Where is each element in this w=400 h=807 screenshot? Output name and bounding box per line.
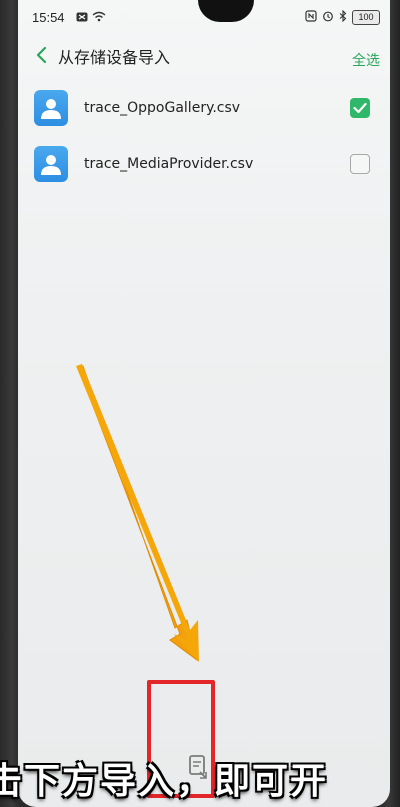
contact-file-icon bbox=[34, 146, 68, 182]
select-all-button[interactable]: 全选 bbox=[352, 50, 380, 70]
caption-overlay: 击下方导入，即可开 bbox=[0, 761, 329, 802]
chevron-left-icon bbox=[36, 46, 47, 64]
status-right-icons: 100 bbox=[305, 9, 380, 25]
nfc-icon bbox=[305, 10, 317, 25]
bluetooth-icon bbox=[339, 9, 347, 25]
notification-icon bbox=[76, 12, 88, 25]
checkmark-icon bbox=[353, 102, 367, 114]
file-list: trace_OppoGallery.csv trace_MediaProvide… bbox=[18, 80, 390, 192]
title-bar: 从存储设备导入 全选 bbox=[18, 38, 390, 74]
file-name: trace_OppoGallery.csv bbox=[84, 100, 241, 116]
file-checkbox-checked[interactable] bbox=[350, 98, 370, 118]
status-time: 15:54 bbox=[32, 10, 65, 25]
alarm-icon bbox=[322, 10, 334, 25]
file-row-mediaprovider[interactable]: trace_MediaProvider.csv bbox=[18, 136, 390, 192]
battery-indicator: 100 bbox=[352, 10, 380, 25]
file-checkbox-unchecked[interactable] bbox=[350, 154, 370, 174]
back-button[interactable] bbox=[30, 42, 52, 68]
wifi-icon bbox=[92, 11, 106, 25]
status-bar: 15:54 100 bbox=[18, 8, 390, 30]
contact-file-icon bbox=[34, 90, 68, 126]
page-title: 从存储设备导入 bbox=[58, 48, 171, 67]
file-row-oppogallery[interactable]: trace_OppoGallery.csv bbox=[18, 80, 390, 136]
file-name: trace_MediaProvider.csv bbox=[84, 156, 254, 172]
status-left-icons bbox=[76, 11, 106, 25]
